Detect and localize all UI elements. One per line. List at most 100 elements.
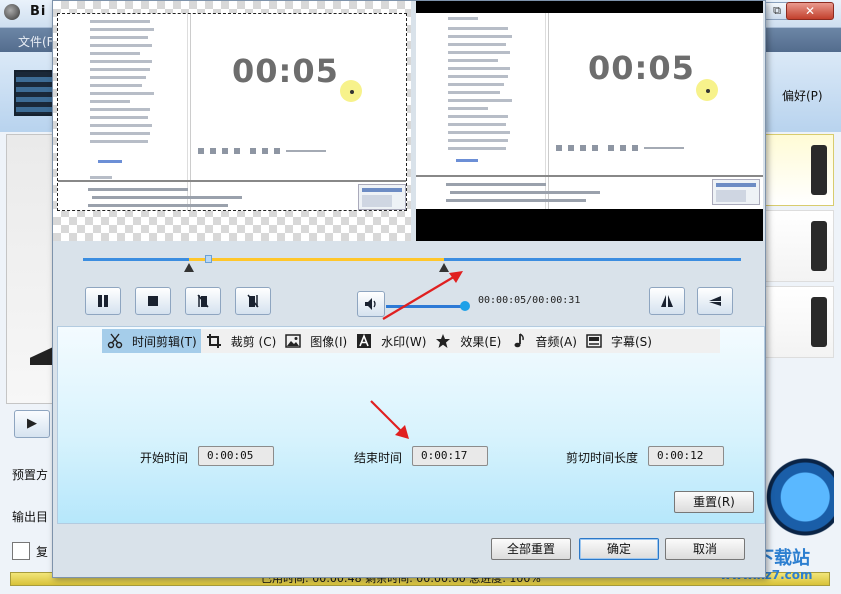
mark-in-button[interactable] <box>185 287 221 315</box>
document-line <box>90 76 146 79</box>
document-line <box>448 115 508 118</box>
flip-horizontal-button[interactable] <box>649 287 685 315</box>
document-link <box>98 160 122 163</box>
music-note-icon <box>509 332 527 350</box>
document-line <box>90 52 140 55</box>
menu-file[interactable]: 文件(F <box>18 33 54 50</box>
document-separator <box>416 175 763 177</box>
mark-out-button[interactable] <box>235 287 271 315</box>
file-thumbnail <box>811 145 827 195</box>
document-line <box>90 140 148 143</box>
document-line <box>448 59 498 62</box>
tab-time-trim-label: 时间剪辑(T) <box>132 334 197 349</box>
trim-start-handle[interactable] <box>184 263 195 272</box>
document-line <box>92 196 242 199</box>
media-repeat-icon <box>608 145 614 151</box>
file-list-item[interactable] <box>764 134 834 206</box>
document-line <box>448 147 506 150</box>
volume-slider-knob[interactable] <box>460 301 470 311</box>
tab-image[interactable]: 图像(I) <box>280 329 351 353</box>
speaker-icon <box>365 298 376 310</box>
watermark-icon <box>355 332 373 350</box>
crop-icon <box>205 332 223 350</box>
stop-button[interactable] <box>135 287 171 315</box>
original-video-frame[interactable]: 00:05 <box>57 13 407 211</box>
document-line <box>448 83 504 86</box>
stop-icon <box>148 296 158 306</box>
file-list-item[interactable] <box>764 286 834 358</box>
tab-audio[interactable]: 音频(A) <box>505 329 581 353</box>
document-line <box>446 183 546 186</box>
tab-subtitles-label: 字幕(S) <box>610 334 652 349</box>
document-line <box>90 60 152 63</box>
file-thumbnail <box>811 221 827 271</box>
media-volume-icon <box>632 145 638 151</box>
trim-length-input[interactable]: 0:00:12 <box>648 446 724 466</box>
timeline-playhead[interactable] <box>205 255 213 263</box>
ok-button[interactable]: 确定 <box>579 538 659 560</box>
preferences-menu[interactable]: 偏好(P) <box>782 87 823 104</box>
tab-effects-label: 效果(E) <box>460 334 502 349</box>
media-volume-track <box>644 147 684 149</box>
tab-crop-label: 裁剪 (C) <box>230 334 277 349</box>
tab-audio-label: 音频(A) <box>535 334 577 349</box>
tab-effects[interactable]: 效果(E) <box>430 329 505 353</box>
main-play-button[interactable]: ▶ <box>14 410 50 438</box>
tab-crop[interactable]: 裁剪 (C) <box>201 329 281 353</box>
tab-time-trim[interactable]: 时间剪辑(T) <box>102 329 201 353</box>
file-list <box>764 134 834 434</box>
flip-vertical-button[interactable] <box>697 287 733 315</box>
close-window-button[interactable]: ✕ <box>786 2 834 20</box>
mouse-cursor-highlight <box>340 80 362 102</box>
document-column <box>416 13 546 209</box>
volume-button[interactable] <box>357 291 385 317</box>
reset-all-button[interactable]: 全部重置 <box>491 538 571 560</box>
star-icon <box>434 332 452 350</box>
preview-timer: 00:05 <box>232 52 339 90</box>
trim-end-handle[interactable] <box>438 263 449 272</box>
document-line <box>88 204 228 207</box>
mark-out-icon <box>247 294 259 308</box>
preview-shape <box>30 345 54 365</box>
document-line <box>90 20 150 23</box>
cancel-button[interactable]: 取消 <box>665 538 745 560</box>
document-link <box>456 159 478 162</box>
document-separator <box>58 180 406 182</box>
media-list-icon <box>620 145 626 151</box>
document-line <box>448 67 510 70</box>
file-thumbnail <box>811 297 827 347</box>
document-line <box>448 17 478 20</box>
copy-checkbox-label: 复 <box>36 545 49 559</box>
volume-slider[interactable] <box>386 301 470 311</box>
tab-subtitles[interactable]: 字幕(S) <box>581 329 656 353</box>
end-time-input[interactable]: 0:00:17 <box>412 446 488 466</box>
output-preview-timer: 00:05 <box>588 49 695 87</box>
convert-button[interactable] <box>762 452 834 542</box>
volume-slider-track[interactable] <box>386 305 466 308</box>
start-time-label: 开始时间 <box>140 451 189 465</box>
play-icon: ▶ <box>27 416 37 431</box>
media-volume-track <box>286 150 326 152</box>
pause-button[interactable] <box>85 287 121 315</box>
tab-watermark[interactable]: 水印(W) <box>351 329 430 353</box>
file-list-item[interactable] <box>764 210 834 282</box>
start-time-input[interactable]: 0:00:05 <box>198 446 274 466</box>
media-next-icon <box>592 145 598 151</box>
document-line <box>448 131 510 134</box>
media-list-icon <box>262 148 268 154</box>
document-divider <box>548 13 549 209</box>
flip-horizontal-icon <box>661 295 673 307</box>
trim-timeline[interactable] <box>83 255 741 275</box>
time-readout: 00:00:05/00:00:31 <box>478 295 581 306</box>
copy-checkbox[interactable] <box>12 542 30 560</box>
image-icon <box>284 332 302 350</box>
subtitle-icon <box>585 332 603 350</box>
end-time-label: 结束时间 <box>354 451 403 465</box>
film-strip-icon[interactable] <box>14 70 54 116</box>
reset-button[interactable]: 重置(R) <box>674 491 754 513</box>
document-line <box>90 116 148 119</box>
preset-label: 预置方 <box>12 468 49 482</box>
media-stop-icon <box>568 145 574 151</box>
media-next-icon <box>234 148 240 154</box>
document-line <box>448 27 508 30</box>
